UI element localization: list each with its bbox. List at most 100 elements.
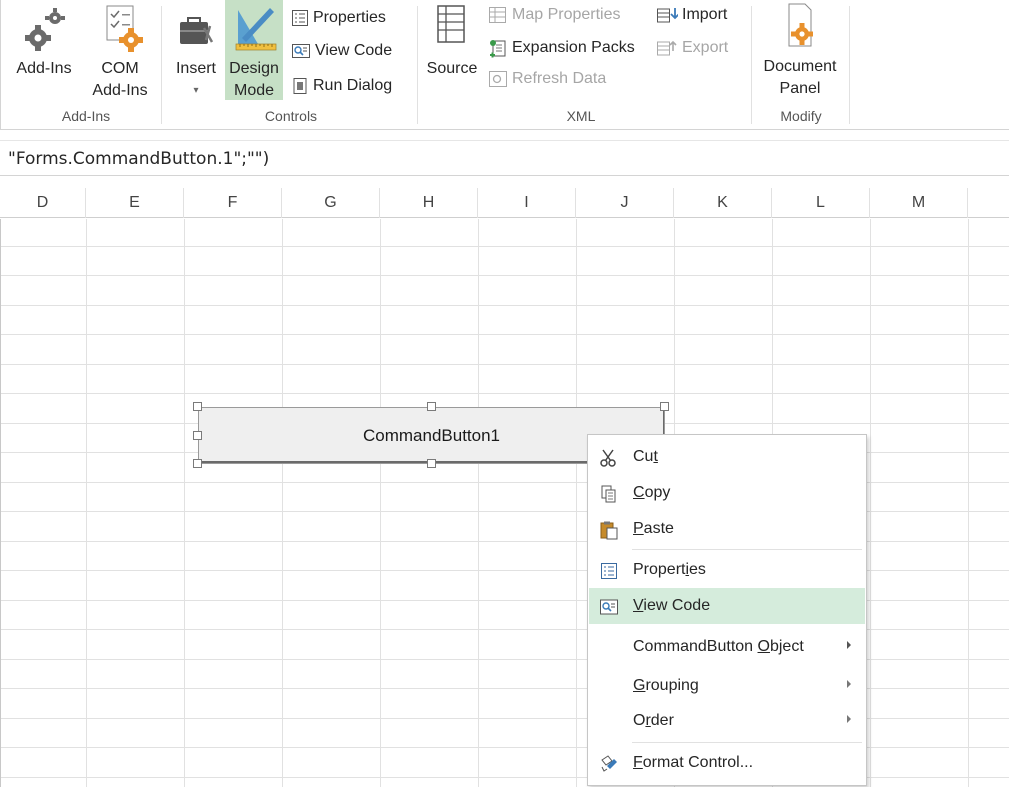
column-header-e[interactable]: E xyxy=(86,188,184,218)
menu-item-label: Properties xyxy=(633,561,706,578)
resize-handle-bottom-middle[interactable] xyxy=(427,459,436,468)
menu-item-grouping[interactable]: Grouping xyxy=(589,668,865,704)
format-control-icon xyxy=(601,755,617,772)
design-mode-icon xyxy=(235,8,277,51)
menu-item-order[interactable]: Order xyxy=(589,703,865,739)
source-button[interactable]: Source xyxy=(423,0,481,80)
formula-text: "Forms.CommandButton.1";"") xyxy=(8,149,270,169)
scissors-icon xyxy=(600,449,616,467)
column-header-i[interactable]: I xyxy=(478,188,576,218)
insert-label: Insert xyxy=(175,60,216,77)
grid-line xyxy=(1,275,1009,276)
expansion-packs-button[interactable]: Expansion Packs xyxy=(488,36,635,60)
com-label-1: COM xyxy=(101,60,139,77)
design-label-2: Mode xyxy=(233,82,275,99)
view-code-button[interactable]: View Code xyxy=(291,39,392,63)
refresh-data-button[interactable]: Refresh Data xyxy=(488,67,606,91)
view-code-icon xyxy=(292,44,310,58)
insert-button[interactable]: Insert ▾ xyxy=(169,0,223,102)
menu-item-label: View Code xyxy=(633,597,711,614)
export-icon xyxy=(657,40,677,56)
properties-label: Properties xyxy=(313,9,386,26)
refresh-data-icon xyxy=(489,71,507,87)
document-label-1: Document xyxy=(763,58,837,75)
formula-bar[interactable]: "Forms.CommandButton.1";"") xyxy=(0,140,1009,176)
expansion-packs-icon xyxy=(490,40,506,58)
com-addins-icon xyxy=(106,5,143,52)
view-code-icon xyxy=(600,599,618,615)
menu-item-cut[interactable]: Cut xyxy=(589,439,865,475)
menu-item-copy[interactable]: Copy xyxy=(589,475,865,511)
run-dialog-icon xyxy=(293,78,307,94)
resize-handle-bottom-left[interactable] xyxy=(193,459,202,468)
submenu-arrow-icon xyxy=(847,641,851,649)
source-label: Source xyxy=(426,60,478,77)
column-header-g[interactable]: G xyxy=(282,188,380,218)
grid-line xyxy=(1,393,1009,394)
gear-icon xyxy=(25,8,65,51)
insert-dropdown-icon[interactable]: ▾ xyxy=(169,80,223,102)
document-label-2: Panel xyxy=(779,80,821,97)
column-header-h[interactable]: H xyxy=(380,188,478,218)
map-properties-icon xyxy=(489,7,506,23)
run-dialog-button[interactable]: Run Dialog xyxy=(291,74,392,98)
run-dialog-label: Run Dialog xyxy=(313,77,393,94)
menu-item-format-control[interactable]: Format Control... xyxy=(589,745,865,781)
group-separator xyxy=(849,6,850,124)
resize-handle-top-right[interactable] xyxy=(660,402,669,411)
column-header-f[interactable]: F xyxy=(184,188,282,218)
group-separator xyxy=(161,6,162,124)
expansion-packs-label: Expansion Packs xyxy=(512,39,635,56)
menu-item-label: Format Control... xyxy=(633,754,754,771)
paste-icon xyxy=(600,521,618,540)
properties-button[interactable]: Properties xyxy=(291,6,386,30)
group-label-xml: XML xyxy=(566,108,596,124)
addins-button[interactable]: Add-Ins xyxy=(15,0,73,80)
menu-item-commandbutton-object[interactable]: CommandButton Object xyxy=(589,629,865,665)
toolbox-icon xyxy=(180,17,214,44)
group-separator xyxy=(417,6,418,124)
column-header-d[interactable]: D xyxy=(0,188,86,218)
group-label-addins: Add-Ins xyxy=(61,108,111,124)
document-panel-icon xyxy=(788,3,813,47)
submenu-arrow-icon xyxy=(847,715,851,723)
ribbon: Add-Ins COM Add-Ins Add-Ins Insert ▾ Des… xyxy=(0,0,1009,130)
menu-item-paste[interactable]: Paste xyxy=(589,511,865,547)
column-header-l[interactable]: L xyxy=(772,188,870,218)
column-header-k[interactable]: K xyxy=(674,188,772,218)
menu-item-properties[interactable]: Properties xyxy=(589,552,865,588)
grid-line xyxy=(1,364,1009,365)
menu-separator xyxy=(632,549,862,550)
group-label-modify: Modify xyxy=(780,108,822,124)
document-panel-button[interactable]: Document Panel xyxy=(756,0,844,100)
addins-label: Add-Ins xyxy=(16,60,72,77)
export-button[interactable]: Export xyxy=(656,36,728,60)
resize-handle-top-middle[interactable] xyxy=(427,402,436,411)
menu-item-label: Order xyxy=(633,712,674,729)
grid-line xyxy=(1,305,1009,306)
view-code-label: View Code xyxy=(315,42,393,59)
menu-item-label: Cut xyxy=(633,448,658,465)
xml-source-icon xyxy=(437,5,465,43)
resize-handle-middle-left[interactable] xyxy=(193,431,202,440)
submenu-arrow-icon xyxy=(847,680,851,688)
map-properties-button[interactable]: Map Properties xyxy=(488,3,621,27)
design-mode-button[interactable]: Design Mode xyxy=(225,0,283,102)
resize-handle-top-left[interactable] xyxy=(193,402,202,411)
import-icon xyxy=(657,8,678,23)
com-addins-button[interactable]: COM Add-Ins xyxy=(85,0,155,102)
export-label: Export xyxy=(682,39,729,56)
design-label-1: Design xyxy=(229,60,279,77)
import-button[interactable]: Import xyxy=(656,3,727,27)
grid-line xyxy=(1,334,1009,335)
column-header-m[interactable]: M xyxy=(870,188,968,218)
grid-line xyxy=(1,246,1009,247)
group-separator xyxy=(751,6,752,124)
properties-icon xyxy=(601,563,617,579)
group-label-controls: Controls xyxy=(264,108,318,124)
map-properties-label: Map Properties xyxy=(512,6,621,23)
menu-item-label: Paste xyxy=(633,520,674,537)
menu-item-view-code[interactable]: View Code xyxy=(589,588,865,624)
column-header-j[interactable]: J xyxy=(576,188,674,218)
com-label-2: Add-Ins xyxy=(92,82,148,99)
